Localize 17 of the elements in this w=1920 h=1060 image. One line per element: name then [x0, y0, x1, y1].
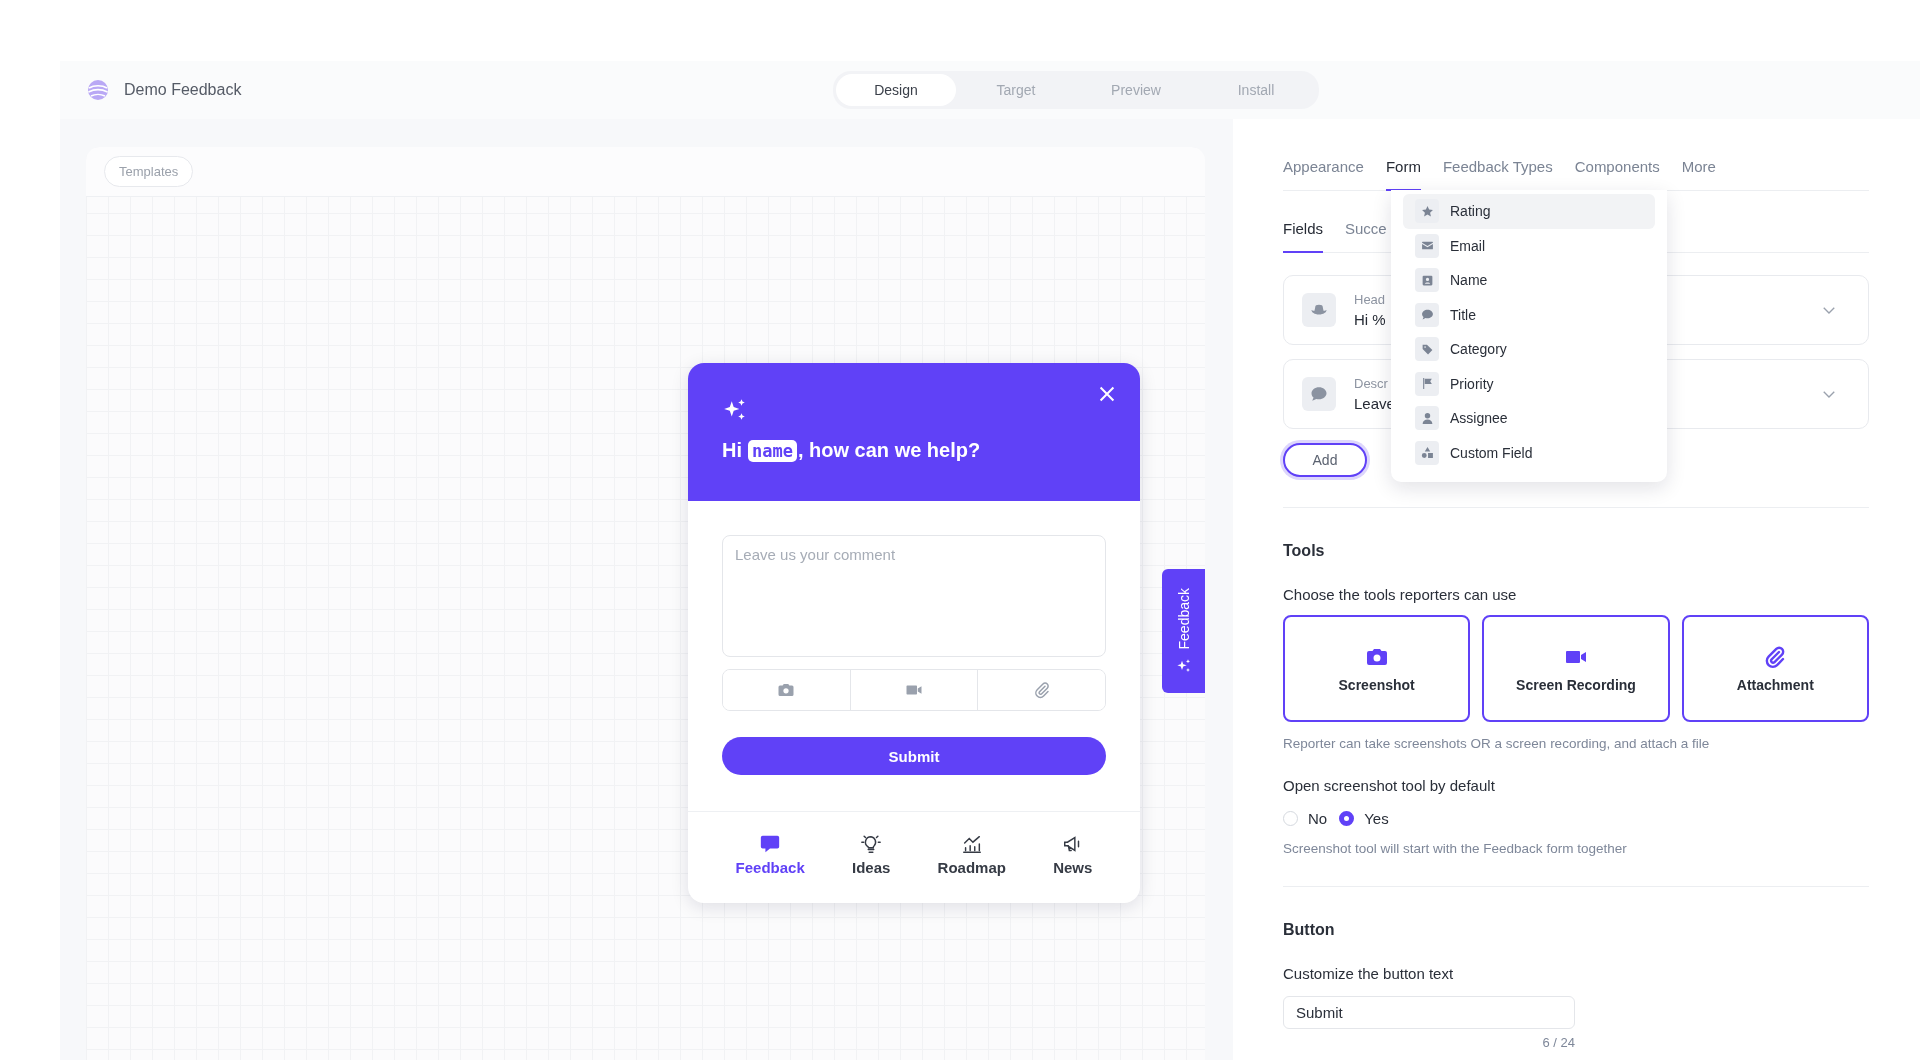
field-label: Head: [1354, 292, 1386, 307]
radio-label: No: [1308, 810, 1328, 827]
button-text-label: Customize the button text: [1283, 965, 1455, 982]
radio-label: Yes: [1364, 810, 1389, 827]
greeting-text: , how can we help?: [797, 439, 981, 462]
field-label: Descr: [1354, 376, 1388, 391]
greeting-text: Hi: [722, 439, 742, 462]
name-variable-chip: name: [748, 439, 797, 462]
app-name: Demo Feedback: [124, 81, 242, 99]
character-counter: 6 / 24: [1541, 1035, 1575, 1050]
section-title: Button: [1283, 921, 1336, 939]
tools-hint: Reporter can take screenshots OR a screen recording, and attach a file: [1283, 736, 1711, 751]
field-value: Hi %: [1354, 311, 1386, 328]
option-label: Open screenshot tool by default: [1283, 777, 1496, 794]
section-title: Tools: [1283, 542, 1326, 560]
option-hint: Screenshot tool will start with the Feedback form together: [1283, 841, 1628, 856]
tools-prompt: Choose the tools reporters can use: [1283, 586, 1518, 603]
